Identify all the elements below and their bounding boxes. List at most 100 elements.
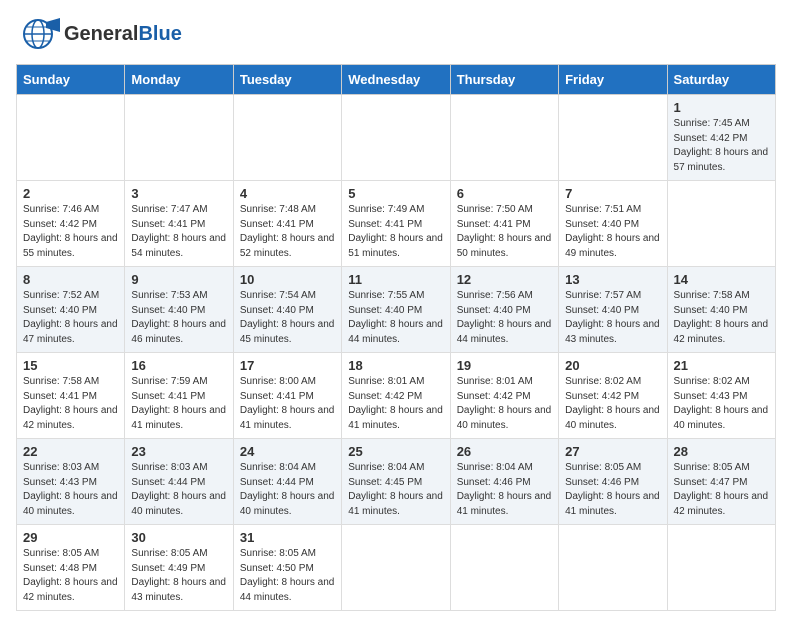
day-info: Sunrise: 7:56 AMSunset: 4:40 PMDaylight:… — [457, 289, 552, 347]
day-info: Sunrise: 8:04 AMSunset: 4:44 PMDaylight:… — [240, 461, 335, 519]
day-number: 30 — [131, 530, 226, 545]
empty-cell — [17, 95, 125, 181]
day-info: Sunrise: 8:05 AMSunset: 4:48 PMDaylight:… — [23, 547, 118, 605]
calendar-day-cell: 13 Sunrise: 7:57 AMSunset: 4:40 PMDayligh… — [559, 267, 667, 353]
calendar-week-row: 2 Sunrise: 7:46 AMSunset: 4:42 PMDaylight… — [17, 181, 776, 267]
day-info: Sunrise: 8:05 AMSunset: 4:50 PMDaylight:… — [240, 547, 335, 605]
day-number: 28 — [674, 444, 769, 459]
header-thursday: Thursday — [450, 65, 558, 95]
calendar-day-cell: 2 Sunrise: 7:46 AMSunset: 4:42 PMDaylight… — [17, 181, 125, 267]
day-number: 8 — [23, 272, 118, 287]
calendar-day-cell: 10 Sunrise: 7:54 AMSunset: 4:40 PMDayligh… — [233, 267, 341, 353]
calendar-day-cell: 24 Sunrise: 8:04 AMSunset: 4:44 PMDayligh… — [233, 439, 341, 525]
calendar-day-cell: 4 Sunrise: 7:48 AMSunset: 4:41 PMDaylight… — [233, 181, 341, 267]
day-info: Sunrise: 8:02 AMSunset: 4:43 PMDaylight:… — [674, 375, 769, 433]
calendar-day-cell: 8 Sunrise: 7:52 AMSunset: 4:40 PMDaylight… — [17, 267, 125, 353]
header-sunday: Sunday — [17, 65, 125, 95]
calendar-day-cell: 6Sunrise: 7:50 AMSunset: 4:41 PMDaylight… — [450, 181, 558, 267]
day-info: Sunrise: 8:02 AMSunset: 4:42 PMDaylight:… — [565, 375, 660, 433]
day-number: 13 — [565, 272, 660, 287]
day-number: 19 — [457, 358, 552, 373]
calendar-day-cell: 14Sunrise: 7:58 AMSunset: 4:40 PMDayligh… — [667, 267, 775, 353]
calendar-day-cell: 20Sunrise: 8:02 AMSunset: 4:42 PMDayligh… — [559, 353, 667, 439]
calendar-week-row: 8 Sunrise: 7:52 AMSunset: 4:40 PMDaylight… — [17, 267, 776, 353]
day-info: Sunrise: 7:51 AMSunset: 4:40 PMDaylight:… — [565, 203, 660, 261]
day-info: Sunrise: 8:05 AMSunset: 4:49 PMDaylight:… — [131, 547, 226, 605]
empty-cell — [450, 95, 558, 181]
calendar-week-row: 22 Sunrise: 8:03 AMSunset: 4:43 PMDayligh… — [17, 439, 776, 525]
day-info: Sunrise: 7:48 AMSunset: 4:41 PMDaylight:… — [240, 203, 335, 261]
day-number: 29 — [23, 530, 118, 545]
day-number: 10 — [240, 272, 335, 287]
day-number: 7 — [565, 186, 660, 201]
day-info: Sunrise: 7:58 AMSunset: 4:41 PMDaylight:… — [23, 375, 118, 433]
calendar-table: SundayMondayTuesdayWednesdayThursdayFrid… — [16, 64, 776, 611]
day-number: 11 — [348, 272, 443, 287]
calendar-day-cell: 22 Sunrise: 8:03 AMSunset: 4:43 PMDayligh… — [17, 439, 125, 525]
day-number: 26 — [457, 444, 552, 459]
empty-cell — [233, 95, 341, 181]
day-info: Sunrise: 7:52 AMSunset: 4:40 PMDaylight:… — [23, 289, 118, 347]
day-number: 9 — [131, 272, 226, 287]
empty-cell — [450, 525, 558, 611]
day-number: 1 — [674, 100, 769, 115]
header-monday: Monday — [125, 65, 233, 95]
day-number: 2 — [23, 186, 118, 201]
day-info: Sunrise: 7:47 AMSunset: 4:41 PMDaylight:… — [131, 203, 226, 261]
day-number: 14 — [674, 272, 769, 287]
day-info: Sunrise: 7:57 AMSunset: 4:40 PMDaylight:… — [565, 289, 660, 347]
day-number: 27 — [565, 444, 660, 459]
day-info: Sunrise: 8:00 AMSunset: 4:41 PMDaylight:… — [240, 375, 335, 433]
empty-cell — [667, 525, 775, 611]
header-friday: Friday — [559, 65, 667, 95]
empty-cell — [342, 525, 450, 611]
day-number: 12 — [457, 272, 552, 287]
calendar-day-cell: 18Sunrise: 8:01 AMSunset: 4:42 PMDayligh… — [342, 353, 450, 439]
logo-text: GeneralBlue — [64, 23, 182, 45]
day-info: Sunrise: 8:05 AMSunset: 4:47 PMDaylight:… — [674, 461, 769, 519]
calendar-day-cell: 3Sunrise: 7:47 AMSunset: 4:41 PMDaylight… — [125, 181, 233, 267]
day-info: Sunrise: 7:46 AMSunset: 4:42 PMDaylight:… — [23, 203, 118, 261]
day-info: Sunrise: 8:04 AMSunset: 4:45 PMDaylight:… — [348, 461, 443, 519]
logo: GeneralBlue — [16, 16, 182, 52]
day-number: 21 — [674, 358, 769, 373]
calendar-day-cell: 5 Sunrise: 7:49 AMSunset: 4:41 PMDaylight… — [342, 181, 450, 267]
day-info: Sunrise: 8:01 AMSunset: 4:42 PMDaylight:… — [348, 375, 443, 433]
day-info: Sunrise: 7:49 AMSunset: 4:41 PMDaylight:… — [348, 203, 443, 261]
calendar-day-cell: 23Sunrise: 8:03 AMSunset: 4:44 PMDayligh… — [125, 439, 233, 525]
page-header: GeneralBlue — [16, 16, 776, 52]
calendar-day-cell: 11 Sunrise: 7:55 AMSunset: 4:40 PMDayligh… — [342, 267, 450, 353]
day-number: 25 — [348, 444, 443, 459]
day-number: 24 — [240, 444, 335, 459]
calendar-day-cell: 9 Sunrise: 7:53 AMSunset: 4:40 PMDaylight… — [125, 267, 233, 353]
calendar-week-row: 1Sunrise: 7:45 AMSunset: 4:42 PMDaylight… — [17, 95, 776, 181]
calendar-day-cell: 15 Sunrise: 7:58 AMSunset: 4:41 PMDayligh… — [17, 353, 125, 439]
logo-icon — [16, 16, 60, 52]
day-info: Sunrise: 7:50 AMSunset: 4:41 PMDaylight:… — [457, 203, 552, 261]
day-info: Sunrise: 7:55 AMSunset: 4:40 PMDaylight:… — [348, 289, 443, 347]
day-info: Sunrise: 7:59 AMSunset: 4:41 PMDaylight:… — [131, 375, 226, 433]
day-number: 4 — [240, 186, 335, 201]
calendar-day-cell: 17Sunrise: 8:00 AMSunset: 4:41 PMDayligh… — [233, 353, 341, 439]
day-info: Sunrise: 8:04 AMSunset: 4:46 PMDaylight:… — [457, 461, 552, 519]
calendar-day-cell: 30 Sunrise: 8:05 AMSunset: 4:49 PMDayligh… — [125, 525, 233, 611]
calendar-week-row: 29 Sunrise: 8:05 AMSunset: 4:48 PMDayligh… — [17, 525, 776, 611]
calendar-day-cell: 27 Sunrise: 8:05 AMSunset: 4:46 PMDayligh… — [559, 439, 667, 525]
day-info: Sunrise: 7:53 AMSunset: 4:40 PMDaylight:… — [131, 289, 226, 347]
day-info: Sunrise: 7:54 AMSunset: 4:40 PMDaylight:… — [240, 289, 335, 347]
empty-cell — [342, 95, 450, 181]
day-number: 15 — [23, 358, 118, 373]
calendar-header-row: SundayMondayTuesdayWednesdayThursdayFrid… — [17, 65, 776, 95]
calendar-day-cell: 7 Sunrise: 7:51 AMSunset: 4:40 PMDaylight… — [559, 181, 667, 267]
day-number: 22 — [23, 444, 118, 459]
calendar-day-cell: 25 Sunrise: 8:04 AMSunset: 4:45 PMDayligh… — [342, 439, 450, 525]
day-number: 5 — [348, 186, 443, 201]
day-info: Sunrise: 8:05 AMSunset: 4:46 PMDaylight:… — [565, 461, 660, 519]
header-wednesday: Wednesday — [342, 65, 450, 95]
empty-cell — [667, 181, 775, 267]
day-number: 23 — [131, 444, 226, 459]
calendar-day-cell: 12 Sunrise: 7:56 AMSunset: 4:40 PMDayligh… — [450, 267, 558, 353]
day-info: Sunrise: 8:03 AMSunset: 4:43 PMDaylight:… — [23, 461, 118, 519]
calendar-day-cell: 29 Sunrise: 8:05 AMSunset: 4:48 PMDayligh… — [17, 525, 125, 611]
empty-cell — [125, 95, 233, 181]
